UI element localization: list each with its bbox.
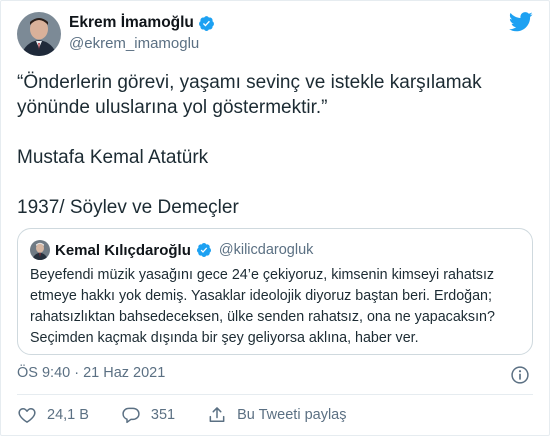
reply-count: 351 — [150, 407, 176, 423]
quoted-author-avatar — [30, 240, 50, 260]
tweet-card: Ekrem İmamoğlu @ekrem_imamoglu “Önderler… — [0, 0, 550, 436]
author-handle[interactable]: @ekrem_imamoglu — [69, 35, 215, 52]
like-button[interactable]: 24,1 B — [17, 405, 89, 425]
quoted-text-line: Seçimden kaçmak dışında bir şey geliyors… — [30, 330, 419, 346]
share-button[interactable]: Bu Tweeti paylaş — [207, 405, 346, 425]
twitter-bird-icon[interactable] — [509, 12, 533, 32]
reply-button[interactable]: 351 — [121, 405, 175, 425]
quoted-author-name: Kemal Kılıçdaroğlu — [55, 241, 191, 259]
author-name-row[interactable]: Ekrem İmamoğlu — [69, 14, 215, 32]
quoted-tweet-text: Beyefendi müzik yasağını gece 24’e çekiy… — [30, 265, 524, 349]
quoted-text-line: rahatsızlıktan bahsedeceksen, ülke sende… — [30, 309, 495, 325]
quoted-text-line: Beyefendi müzik yasağını gece 24’e çekiy… — [30, 267, 495, 283]
verified-badge-icon — [198, 15, 214, 31]
quoted-author-handle: @kilicdarogluk — [218, 242, 314, 258]
heart-icon — [18, 408, 36, 423]
like-count: 24,1 B — [47, 407, 89, 423]
tweet-header: Ekrem İmamoğlu @ekrem_imamoglu — [17, 12, 533, 56]
tweet-text: “Önderlerin görevi, yaşamı sevinç ve ist… — [17, 70, 517, 220]
tweet-text-line: Mustafa Kemal Atatürk — [17, 147, 209, 168]
author-name[interactable]: Ekrem İmamoğlu — [69, 14, 194, 32]
tweet-timestamp[interactable]: ÖS 9:40 · 21 Haz 2021 — [17, 365, 165, 381]
author-avatar[interactable] — [17, 12, 61, 56]
info-icon[interactable] — [510, 365, 530, 385]
tweet-text-line: “Önderlerin görevi, yaşamı sevinç ve ist… — [17, 72, 482, 93]
author-info: Ekrem İmamoğlu @ekrem_imamoglu — [69, 14, 215, 52]
share-upload-icon — [209, 407, 225, 422]
share-label: Bu Tweeti paylaş — [237, 407, 347, 423]
tweet-text-line: 1937/ Söylev ve Demeçler — [17, 197, 239, 218]
verified-badge-icon — [196, 243, 211, 257]
actions-divider — [17, 394, 533, 395]
tweet-text-line: yönünde uluslarına yol göstermektir.” — [17, 97, 328, 118]
tweet-actions: 24,1 B 351 Bu Tweeti paylaş — [17, 403, 378, 427]
reply-bubble-icon — [122, 407, 140, 424]
quoted-text-line: etmeye hakkı yok demiş. Yasaklar ideoloj… — [30, 288, 492, 304]
quoted-tweet-header: Kemal Kılıçdaroğlu @kilicdarogluk — [30, 240, 313, 260]
quoted-tweet[interactable]: Kemal Kılıçdaroğlu @kilicdarogluk Beyefe… — [17, 228, 533, 355]
